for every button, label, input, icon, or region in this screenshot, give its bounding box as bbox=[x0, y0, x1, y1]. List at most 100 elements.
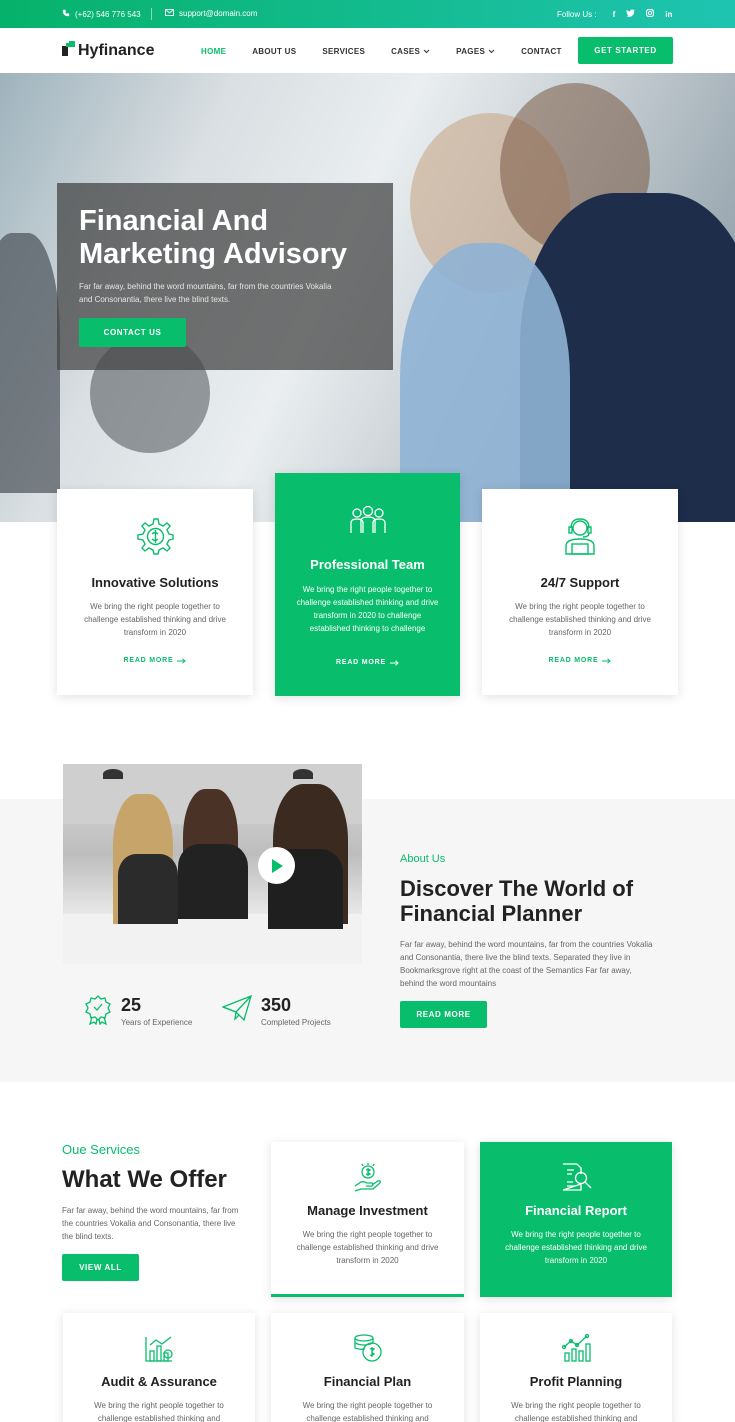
card-text: We bring the right people together to ch… bbox=[94, 1401, 224, 1422]
phone-contact[interactable]: (+62) 546 776 543 bbox=[62, 9, 141, 19]
stat-label: Years of Experience bbox=[121, 1018, 193, 1027]
play-button[interactable] bbox=[258, 847, 295, 884]
arrow-right-icon bbox=[389, 659, 399, 666]
social-links: Follow Us : f in bbox=[557, 9, 672, 19]
award-badge-icon bbox=[85, 995, 111, 1025]
card-title: Audit & Assurance bbox=[101, 1374, 217, 1389]
nav-about-label: ABOUT US bbox=[252, 47, 297, 56]
read-more-link[interactable]: READ MORE bbox=[482, 657, 678, 664]
about-title-line1: Discover The World of bbox=[400, 876, 634, 901]
card-title: Professional Team bbox=[310, 557, 425, 572]
service-card-plan[interactable]: Financial Plan We bring the right people… bbox=[271, 1313, 464, 1422]
email-contact[interactable]: support@domain.com bbox=[165, 9, 257, 18]
view-all-button[interactable]: VIEW ALL bbox=[62, 1254, 139, 1281]
arrow-right-icon bbox=[602, 657, 612, 664]
about-description: Far far away, behind the word mountains,… bbox=[400, 940, 653, 988]
service-card-investment[interactable]: Manage Investment We bring the right peo… bbox=[271, 1142, 464, 1297]
phone-icon bbox=[62, 9, 70, 19]
twitter-icon[interactable] bbox=[626, 9, 636, 19]
service-card-audit[interactable]: Audit & Assurance We bring the right peo… bbox=[63, 1313, 255, 1422]
nav-cases[interactable]: CASES bbox=[391, 47, 430, 56]
email-address: support@domain.com bbox=[179, 9, 258, 18]
main-header: Hyfinance HOME ABOUT US SERVICES CASES P… bbox=[0, 28, 735, 73]
card-title: Financial Report bbox=[525, 1203, 627, 1218]
about-read-more-button[interactable]: READ MORE bbox=[400, 1001, 487, 1028]
hero-section: Financial And Marketing Advisory Far far… bbox=[0, 73, 735, 522]
logo-icon bbox=[62, 41, 75, 61]
nav-services[interactable]: SERVICES bbox=[322, 47, 365, 56]
hero-content-box: Financial And Marketing Advisory Far far… bbox=[57, 183, 393, 370]
services-title: What We Offer bbox=[62, 1166, 227, 1193]
nav-pages-label: PAGES bbox=[456, 47, 486, 56]
card-text: We bring the right people together to ch… bbox=[296, 1230, 439, 1265]
nav-about[interactable]: ABOUT US bbox=[252, 47, 296, 56]
hero-title: Financial And Marketing Advisory bbox=[79, 205, 399, 271]
logo[interactable]: Hyfinance bbox=[62, 41, 154, 61]
chevron-down-icon bbox=[423, 49, 430, 54]
read-more-label: READ MORE bbox=[123, 657, 174, 664]
support-agent-icon bbox=[482, 516, 678, 556]
read-more-link[interactable]: READ MORE bbox=[275, 659, 460, 666]
top-bar: (+62) 546 776 543 support@domain.com Fol… bbox=[0, 0, 735, 28]
main-nav: HOME ABOUT US SERVICES CASES PAGES CONTA… bbox=[201, 47, 588, 56]
stat-experience: 25 Years of Experience bbox=[84, 995, 192, 1027]
chevron-down-icon bbox=[488, 49, 495, 54]
card-text: We bring the right people together to ch… bbox=[302, 1401, 433, 1422]
card-text: We bring the right people together to ch… bbox=[509, 602, 651, 637]
read-more-label: READ MORE bbox=[548, 657, 599, 664]
service-card-profit[interactable]: Profit Planning We bring the right peopl… bbox=[480, 1313, 672, 1422]
card-text: We bring the right people together to ch… bbox=[84, 602, 226, 637]
services-description: Far far away, behind the word mountains,… bbox=[62, 1206, 239, 1241]
nav-services-label: SERVICES bbox=[322, 47, 366, 56]
card-title: Innovative Solutions bbox=[91, 575, 219, 590]
card-title: Financial Plan bbox=[323, 1374, 412, 1389]
hero-title-line2: Marketing Advisory bbox=[79, 238, 348, 270]
read-more-link[interactable]: READ MORE bbox=[57, 657, 253, 664]
about-video-thumbnail[interactable] bbox=[63, 764, 362, 964]
about-title-line2: Financial Planner bbox=[400, 901, 583, 926]
follow-label: Follow Us : bbox=[557, 9, 597, 19]
card-title: 24/7 Support bbox=[540, 575, 620, 590]
card-text: We bring the right people together to ch… bbox=[511, 1401, 641, 1422]
phone-number: (+62) 546 776 543 bbox=[75, 9, 141, 19]
growth-chart-icon bbox=[480, 1333, 672, 1363]
report-search-icon bbox=[480, 1162, 672, 1192]
play-icon bbox=[271, 858, 283, 873]
bar-chart-icon bbox=[63, 1335, 255, 1363]
feature-card-professional[interactable]: Professional Team We bring the right peo… bbox=[275, 473, 460, 696]
feature-card-innovative[interactable]: Innovative Solutions We bring the right … bbox=[57, 489, 253, 695]
nav-pages[interactable]: PAGES bbox=[456, 47, 495, 56]
card-text: We bring the right people together to ch… bbox=[296, 585, 439, 633]
topbar-divider bbox=[151, 8, 152, 20]
logo-text: Hyfinance bbox=[78, 42, 155, 59]
feature-card-support[interactable]: 24/7 Support We bring the right people t… bbox=[482, 489, 678, 695]
hero-title-line1: Financial And bbox=[79, 205, 269, 237]
stat-value: 25 bbox=[121, 995, 142, 1015]
coins-icon bbox=[271, 1333, 464, 1363]
mail-icon bbox=[165, 9, 174, 18]
services-subtitle: Oue Services bbox=[62, 1142, 141, 1157]
stat-label: Completed Projects bbox=[261, 1018, 331, 1027]
facebook-icon[interactable]: f bbox=[613, 10, 616, 19]
read-more-label: READ MORE bbox=[336, 659, 386, 666]
team-icon bbox=[275, 505, 460, 535]
hero-description: Far far away, behind the word mountains,… bbox=[79, 282, 332, 304]
active-indicator bbox=[271, 1294, 464, 1297]
money-hand-icon bbox=[271, 1162, 464, 1192]
service-card-report[interactable]: Financial Report We bring the right peop… bbox=[480, 1142, 672, 1297]
about-subtitle: About Us bbox=[400, 853, 446, 865]
instagram-icon[interactable] bbox=[646, 9, 655, 19]
nav-home-label: HOME bbox=[201, 47, 227, 56]
card-title: Profit Planning bbox=[529, 1374, 623, 1389]
gear-brain-icon bbox=[57, 516, 253, 556]
stat-value: 350 bbox=[261, 995, 292, 1015]
linkedin-icon[interactable]: in bbox=[665, 10, 672, 19]
nav-contact[interactable]: CONTACT bbox=[521, 47, 562, 56]
paper-plane-icon bbox=[222, 995, 252, 1021]
arrow-right-icon bbox=[177, 657, 187, 664]
contact-us-button[interactable]: CONTACT US bbox=[79, 318, 186, 347]
card-title: Manage Investment bbox=[307, 1203, 428, 1218]
nav-home[interactable]: HOME bbox=[201, 47, 226, 56]
get-started-button[interactable]: GET STARTED bbox=[578, 37, 673, 64]
nav-contact-label: CONTACT bbox=[521, 47, 562, 56]
